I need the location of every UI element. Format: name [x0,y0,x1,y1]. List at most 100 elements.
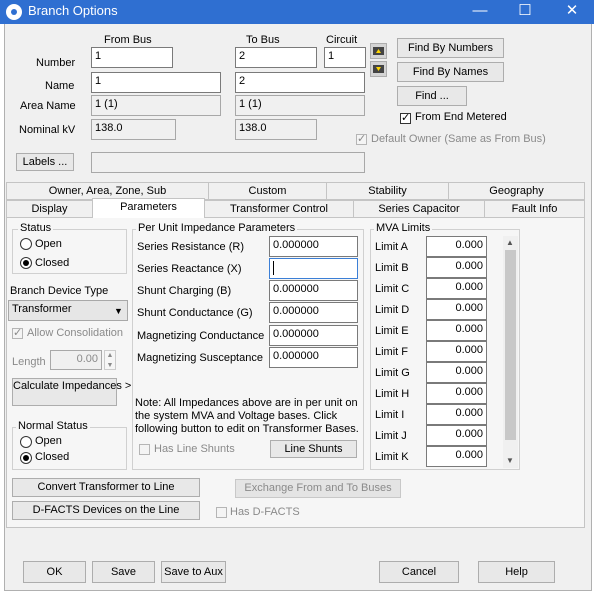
shunt-conductance-label: Shunt Conductance (G) [137,307,253,319]
line-shunts-button[interactable]: Line Shunts [270,440,357,458]
tab-stability[interactable]: Stability [326,182,449,200]
ok-button[interactable]: OK [23,561,86,583]
cancel-button[interactable]: Cancel [379,561,459,583]
tab-series-capacitor[interactable]: Series Capacitor [353,200,485,218]
from-end-metered-checkbox[interactable] [400,111,411,124]
bus-arrow-down-button[interactable] [370,61,387,77]
tab-geography[interactable]: Geography [448,182,585,200]
limit-f-field[interactable]: 0.000 [426,341,487,362]
limit-i-label: Limit I [375,409,405,421]
scroll-up-icon[interactable]: ▲ [506,238,514,247]
to-bus-name-field[interactable]: 2 [235,72,365,93]
scroll-down-icon[interactable]: ▼ [506,456,514,465]
magnetizing-susceptance-field[interactable]: 0.000000 [269,347,358,368]
labels-field [91,152,365,173]
allow-consolidation-checkbox[interactable] [12,326,23,339]
maximize-button[interactable]: ☐ [505,0,545,24]
exchange-buses-button[interactable]: Exchange From and To Buses [235,479,401,498]
status-closed-radio[interactable] [20,257,32,269]
save-to-aux-button[interactable]: Save to Aux [161,561,226,583]
normal-status-closed-label: Closed [35,451,70,463]
tab-parameters[interactable]: Parameters [92,198,205,219]
to-bus-number-field[interactable]: 2 [235,47,317,68]
magnetizing-susceptance-label: Magnetizing Susceptance [137,352,263,364]
branch-device-type-select[interactable]: Transformer [8,300,128,321]
from-bus-name-field[interactable]: 1 [91,72,221,93]
has-dfacts-label: Has D-FACTS [230,506,300,518]
shunt-conductance-field[interactable]: 0.000000 [269,302,358,323]
normal-status-open-radio[interactable] [20,436,32,448]
limit-g-label: Limit G [375,367,410,379]
limit-b-field[interactable]: 0.000 [426,257,487,278]
branch-device-type-label: Branch Device Type [10,285,109,297]
has-line-shunts-checkbox[interactable] [139,444,150,455]
minimize-button[interactable]: — [460,0,500,24]
limit-f-label: Limit F [375,346,408,358]
to-kv-field: 138.0 [235,119,317,140]
length-spinner: ▲ ▼ [104,350,116,370]
calculate-impedances-button[interactable]: Calculate Impedances > [12,378,131,406]
length-label: Length [12,356,46,368]
status-open-radio[interactable] [20,238,32,250]
limit-b-label: Limit B [375,262,409,274]
mva-limits-title: MVA Limits [374,222,433,234]
chevron-down-icon: ▼ [114,306,123,316]
normal-status-open-label: Open [35,435,62,447]
limit-i-field[interactable]: 0.000 [426,404,487,425]
close-button[interactable]: ✕ [552,0,592,24]
circuit-field[interactable]: 1 [324,47,366,68]
labels-button[interactable]: Labels ... [16,153,74,171]
limit-a-field[interactable]: 0.000 [426,236,487,257]
limit-h-label: Limit H [375,388,410,400]
arrow-down-icon [373,65,384,73]
tab-custom[interactable]: Custom [208,182,327,200]
dfacts-devices-button[interactable]: D-FACTS Devices on the Line [12,501,200,520]
text-cursor [273,261,274,275]
length-field: 0.00 [50,350,102,370]
from-area-field: 1 (1) [91,95,221,116]
from-kv-field: 138.0 [91,119,176,140]
shunt-charging-label: Shunt Charging (B) [137,285,232,297]
series-reactance-label: Series Reactance (X) [137,263,242,275]
limit-g-field[interactable]: 0.000 [426,362,487,383]
find-by-names-button[interactable]: Find By Names [397,62,504,82]
nominal-kv-label: Nominal kV [19,124,76,136]
magnetizing-conductance-field[interactable]: 0.000000 [269,325,358,346]
convert-transformer-button[interactable]: Convert Transformer to Line [12,478,200,497]
series-reactance-field[interactable] [269,258,358,279]
help-button[interactable]: Help [478,561,555,583]
limit-h-field[interactable]: 0.000 [426,383,487,404]
find-button[interactable]: Find ... [397,86,467,106]
impedance-note: Note: All Impedances above are in per un… [135,397,359,435]
limit-j-field[interactable]: 0.000 [426,425,487,446]
limit-a-label: Limit A [375,241,409,253]
has-dfacts-checkbox[interactable] [216,507,227,518]
limit-c-label: Limit C [375,283,410,295]
from-bus-label: From Bus [104,34,152,46]
shunt-charging-field[interactable]: 0.000000 [269,280,358,301]
title-bar: Branch Options — ☐ ✕ [0,0,594,24]
default-owner-checkbox[interactable] [356,132,367,145]
save-button[interactable]: Save [92,561,155,583]
bus-arrow-up-button[interactable] [370,43,387,59]
tab-display[interactable]: Display [6,200,93,218]
status-closed-label: Closed [35,257,70,269]
from-bus-number-field[interactable]: 1 [91,47,173,68]
tab-transformer-control[interactable]: Transformer Control [204,200,354,218]
limit-d-field[interactable]: 0.000 [426,299,487,320]
limit-k-field[interactable]: 0.000 [426,446,487,467]
limit-e-field[interactable]: 0.000 [426,320,487,341]
normal-status-closed-radio[interactable] [20,452,32,464]
scrollbar-thumb[interactable] [505,250,516,440]
tab-fault-info[interactable]: Fault Info [484,200,585,218]
limit-c-field[interactable]: 0.000 [426,278,487,299]
name-label: Name [45,80,75,92]
arrow-up-icon [373,47,384,55]
mva-limits-scrollbar[interactable]: ▲ ▼ [503,236,518,468]
series-resistance-field[interactable]: 0.000000 [269,236,358,257]
limit-k-label: Limit K [375,451,409,463]
window-title: Branch Options [28,3,118,18]
has-line-shunts-label: Has Line Shunts [154,443,235,455]
app-icon [6,4,22,20]
find-by-numbers-button[interactable]: Find By Numbers [397,38,504,58]
